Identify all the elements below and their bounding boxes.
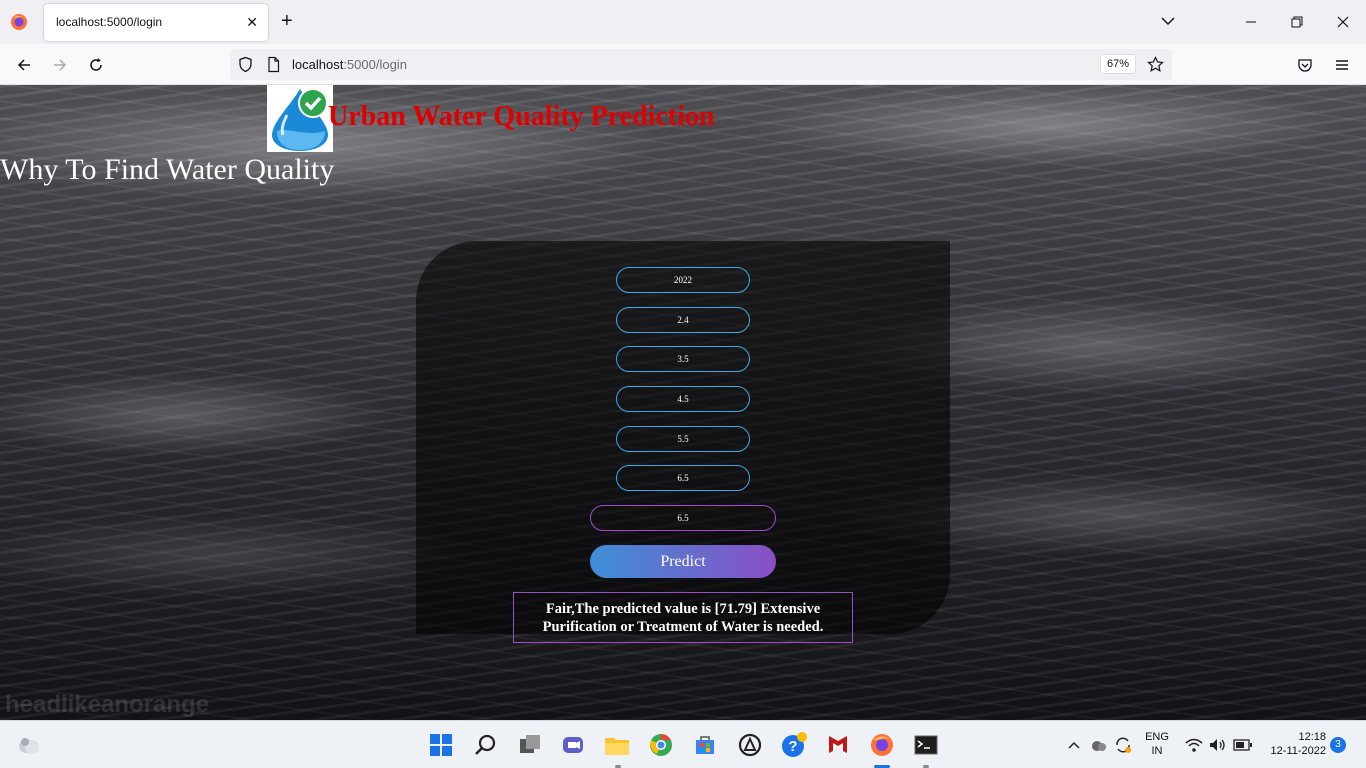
start-icon[interactable] xyxy=(427,731,455,759)
navigation-bar: localhost:5000/login 67% xyxy=(0,44,1366,85)
sync-icon[interactable] xyxy=(1111,731,1135,759)
battery-icon[interactable] xyxy=(1230,731,1256,759)
mcafee-icon[interactable] xyxy=(824,731,852,759)
firefox-icon[interactable] xyxy=(10,13,28,31)
tab-close-icon[interactable]: ✕ xyxy=(246,13,258,31)
url-bar[interactable]: localhost:5000/login 67% xyxy=(230,49,1172,80)
parameter-input-3[interactable] xyxy=(616,346,750,372)
parameter-input-5[interactable] xyxy=(616,426,750,452)
url-text[interactable]: localhost:5000/login xyxy=(292,57,407,72)
bookmark-star-icon[interactable] xyxy=(1147,56,1164,73)
background-watermark: headlikeanorange xyxy=(5,691,210,718)
menu-icon[interactable] xyxy=(1329,52,1355,78)
pocket-icon[interactable] xyxy=(1292,52,1318,78)
parameter-input-6[interactable] xyxy=(616,465,750,491)
year-input[interactable] xyxy=(616,267,750,293)
region-code: IN xyxy=(1151,745,1163,757)
terminal-icon[interactable] xyxy=(912,731,940,759)
language-indicator[interactable]: ENG IN xyxy=(1140,730,1174,758)
parameter-input-2[interactable] xyxy=(616,307,750,333)
help-icon[interactable]: ? xyxy=(780,731,808,759)
task-view-icon[interactable] xyxy=(516,731,544,759)
tab-title: localhost:5000/login xyxy=(56,15,163,29)
back-arrow-icon[interactable] xyxy=(11,52,37,78)
water-drop-logo xyxy=(267,85,333,152)
close-window-icon[interactable] xyxy=(1320,8,1366,36)
language-code: ENG xyxy=(1145,731,1169,743)
firefox-taskbar-icon[interactable] xyxy=(868,731,896,759)
minimize-icon[interactable] xyxy=(1228,8,1274,36)
chrome-icon[interactable] xyxy=(647,731,675,759)
volume-icon[interactable] xyxy=(1206,731,1230,759)
wifi-icon[interactable] xyxy=(1182,731,1206,759)
new-tab-icon[interactable]: + xyxy=(281,10,293,32)
onedrive-icon[interactable] xyxy=(1087,731,1111,759)
chevron-down-icon[interactable] xyxy=(1159,12,1177,30)
taskbar: ? ENG IN 12:18 12-11-2022 xyxy=(0,720,1366,768)
teams-chat-icon[interactable] xyxy=(559,731,587,759)
app-circle-icon[interactable] xyxy=(736,731,764,759)
browser-tab[interactable]: localhost:5000/login ✕ xyxy=(44,4,268,41)
url-path: :5000/login xyxy=(343,57,407,72)
store-icon[interactable] xyxy=(691,731,719,759)
parameter-input-4[interactable] xyxy=(616,386,750,412)
page-icon[interactable] xyxy=(265,56,282,73)
restore-icon[interactable] xyxy=(1274,8,1320,36)
chevron-up-icon[interactable] xyxy=(1061,731,1087,759)
reload-icon[interactable] xyxy=(83,52,109,78)
url-host: localhost xyxy=(292,57,344,72)
file-explorer-icon[interactable] xyxy=(603,731,631,759)
parameter-input-7[interactable] xyxy=(590,505,776,531)
clock-time: 12:18 xyxy=(1298,731,1326,743)
page-viewport: Urban Water Quality Prediction Why To Fi… xyxy=(0,85,1366,720)
notification-count-badge[interactable]: 3 xyxy=(1330,737,1346,753)
clock[interactable]: 12:18 12-11-2022 xyxy=(1262,730,1326,758)
svg-text:?: ? xyxy=(788,738,797,755)
forward-arrow-icon[interactable] xyxy=(47,52,73,78)
site-title: Urban Water Quality Prediction xyxy=(328,101,715,132)
predict-button[interactable]: Predict xyxy=(590,545,776,578)
prediction-result: Fair,The predicted value is [71.79] Exte… xyxy=(513,592,853,643)
why-water-quality-link[interactable]: Why To Find Water Quality xyxy=(0,153,334,187)
search-icon[interactable] xyxy=(472,731,500,759)
zoom-level-button[interactable]: 67% xyxy=(1100,54,1137,74)
shield-icon[interactable] xyxy=(237,56,254,73)
tab-strip: localhost:5000/login ✕ + xyxy=(0,0,1366,44)
weather-icon[interactable] xyxy=(15,731,43,759)
clock-date: 12-11-2022 xyxy=(1270,745,1326,757)
